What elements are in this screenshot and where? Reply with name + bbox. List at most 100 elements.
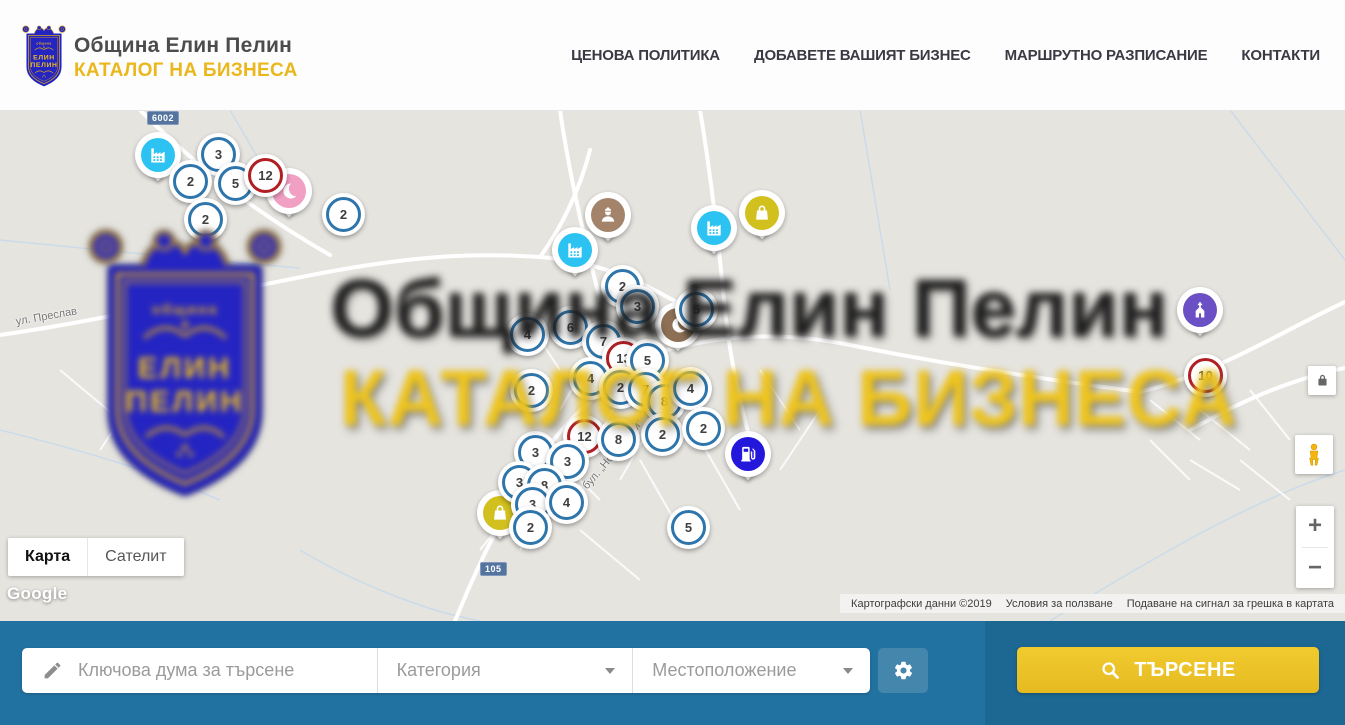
- search-bar-right: ТЪРСЕНЕ: [985, 621, 1345, 725]
- main-nav: ЦЕНОВА ПОЛИТИКА ДОБАВЕТЕ ВАШИЯТ БИЗНЕС М…: [571, 0, 1320, 110]
- category-select[interactable]: Категория: [378, 648, 634, 693]
- cluster-count: 3: [634, 299, 641, 314]
- search-bar-left: Категория Местоположение: [0, 621, 985, 725]
- cluster-count: 4: [524, 327, 531, 342]
- map-canvas[interactable]: 6002 105 ул. Преслав бул. „Новоселци“ иц…: [0, 110, 1345, 621]
- fuel-pin-marker[interactable]: [725, 431, 771, 477]
- cluster-marker[interactable]: 8: [597, 418, 640, 461]
- google-logo[interactable]: Google: [7, 584, 67, 604]
- svg-text:ПЕЛИН: ПЕЛИН: [30, 62, 57, 69]
- zoom-control: + −: [1296, 506, 1334, 588]
- cluster-marker[interactable]: 2: [510, 369, 553, 412]
- bag-pin-marker[interactable]: [739, 190, 785, 236]
- site-logo[interactable]: община ЕЛИН ПЕЛИН: [21, 22, 67, 88]
- cluster-marker[interactable]: 10: [1184, 354, 1227, 397]
- cluster-marker[interactable]: 12: [244, 154, 287, 197]
- cluster-marker[interactable]: 5: [675, 288, 718, 331]
- gear-icon: [893, 660, 914, 681]
- cluster-marker[interactable]: 2: [641, 413, 684, 456]
- cluster-marker[interactable]: 4: [669, 367, 712, 410]
- cluster-count: 6: [567, 320, 574, 335]
- factory-pin-marker[interactable]: [552, 227, 598, 273]
- cluster-count: 3: [564, 454, 571, 469]
- zoom-out-button[interactable]: −: [1296, 548, 1334, 589]
- pin-disc: [725, 431, 771, 477]
- factory-icon: [141, 138, 175, 172]
- search-button-label: ТЪРСЕНЕ: [1134, 659, 1236, 682]
- pin-disc: [739, 190, 785, 236]
- cluster-marker[interactable]: 2: [169, 160, 212, 203]
- search-icon: [1100, 660, 1121, 681]
- cluster-count: 2: [528, 383, 535, 398]
- location-select[interactable]: Местоположение: [633, 648, 870, 693]
- church-pin-marker[interactable]: [1177, 287, 1223, 333]
- cluster-count: 2: [202, 212, 209, 227]
- cluster-count: 4: [687, 381, 694, 396]
- cluster-count: 10: [1198, 368, 1212, 383]
- cluster-marker[interactable]: 4: [545, 481, 588, 524]
- pin-disc: [691, 205, 737, 251]
- cluster-count: 3: [532, 445, 539, 460]
- factory-icon: [558, 233, 592, 267]
- cluster-count: 4: [587, 371, 594, 386]
- cluster-count: 2: [187, 174, 194, 189]
- map-type-satellite-button[interactable]: Сателит: [88, 538, 183, 576]
- cluster-count: 8: [615, 432, 622, 447]
- fuel-icon: [731, 437, 765, 471]
- search-button[interactable]: ТЪРСЕНЕ: [1017, 647, 1319, 693]
- cluster-marker[interactable]: 2: [682, 407, 725, 450]
- factory-pin-marker[interactable]: [691, 205, 737, 251]
- factory-icon: [697, 211, 731, 245]
- cluster-count: 5: [685, 520, 692, 535]
- chevron-down-icon: [843, 668, 853, 674]
- location-select-label: Местоположение: [633, 660, 796, 681]
- cluster-count: 8: [661, 394, 668, 409]
- cluster-count: 12: [258, 168, 272, 183]
- cluster-marker[interactable]: 3: [616, 285, 659, 328]
- pegman-button[interactable]: [1295, 435, 1333, 474]
- cluster-marker[interactable]: 5: [667, 506, 710, 549]
- pin-disc: [552, 227, 598, 273]
- cluster-count: 2: [659, 427, 666, 442]
- pegman-icon: [1301, 442, 1327, 468]
- header: община ЕЛИН ПЕЛИН Община Елин Пелин КАТА…: [0, 0, 1345, 111]
- map-type-map-button[interactable]: Карта: [8, 538, 88, 576]
- cluster-count: 4: [563, 495, 570, 510]
- search-bar: Категория Местоположение ТЪРСЕНЕ: [0, 621, 1345, 725]
- cluster-count: 2: [340, 207, 347, 222]
- advanced-settings-button[interactable]: [878, 648, 928, 693]
- attribution-terms-link[interactable]: Условия за ползване: [999, 598, 1120, 610]
- attribution-report-link[interactable]: Подаване на сигнал за грешка в картата: [1120, 598, 1341, 610]
- church-icon: [1183, 293, 1217, 327]
- cluster-count: 5: [693, 302, 700, 317]
- chevron-down-icon: [605, 668, 615, 674]
- cluster-marker[interactable]: 2: [322, 193, 365, 236]
- lock-icon: [1315, 373, 1330, 388]
- site-subtitle: КАТАЛОГ НА БИЗНЕСА: [74, 60, 298, 82]
- keyword-input[interactable]: [76, 659, 377, 682]
- bag-icon: [745, 196, 779, 230]
- cluster-count: 5: [232, 176, 239, 191]
- cluster-marker[interactable]: 2: [509, 506, 552, 549]
- site-title-block: Община Елин Пелин КАТАЛОГ НА БИЗНЕСА: [74, 34, 298, 82]
- nav-route-schedule[interactable]: МАРШРУТНО РАЗПИСАНИЕ: [1005, 47, 1208, 64]
- cluster-count: 3: [215, 147, 222, 162]
- municipality-emblem-icon: община ЕЛИН ПЕЛИН: [21, 22, 67, 88]
- site-title: Община Елин Пелин: [74, 34, 298, 58]
- cluster-marker[interactable]: 4: [506, 313, 549, 356]
- map-attribution: Картографски данни ©2019 Условия за полз…: [840, 594, 1345, 613]
- lock-control-button[interactable]: [1308, 366, 1336, 395]
- nav-contacts[interactable]: КОНТАКТИ: [1241, 47, 1320, 64]
- nav-add-business[interactable]: ДОБАВЕТЕ ВАШИЯТ БИЗНЕС: [754, 47, 971, 64]
- pin-disc: [1177, 287, 1223, 333]
- keyword-field[interactable]: [22, 648, 378, 693]
- zoom-in-button[interactable]: +: [1296, 506, 1334, 547]
- cluster-marker[interactable]: 2: [184, 198, 227, 241]
- cluster-count: 2: [527, 520, 534, 535]
- search-panel: Категория Местоположение: [22, 648, 870, 693]
- svg-text:ЕЛИН: ЕЛИН: [33, 54, 55, 61]
- markers-layer: 3251222235647135422784128223338342510: [0, 110, 1345, 621]
- nav-pricing[interactable]: ЦЕНОВА ПОЛИТИКА: [571, 47, 720, 64]
- attribution-copyright: Картографски данни ©2019: [844, 598, 999, 610]
- cluster-count: 12: [577, 429, 591, 444]
